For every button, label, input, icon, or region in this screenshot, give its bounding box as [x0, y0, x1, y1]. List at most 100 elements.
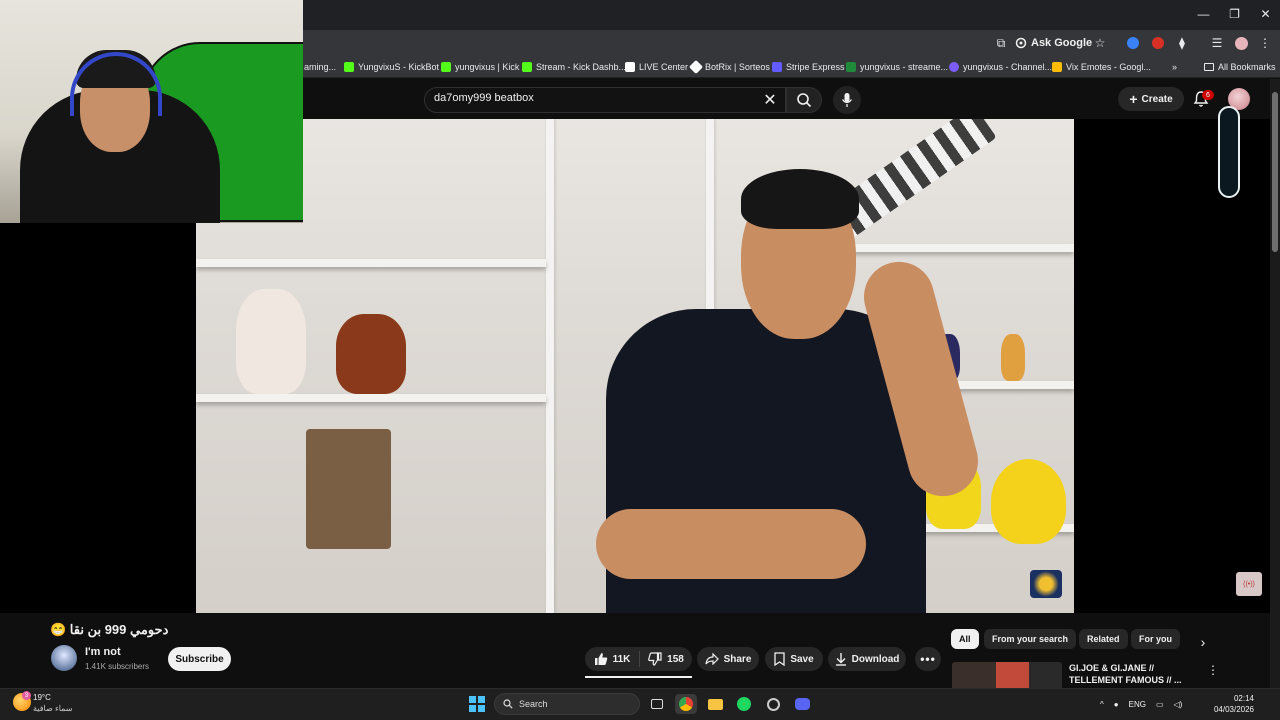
folder-icon	[1204, 63, 1214, 71]
bookmark-item[interactable]: BotRix | Sorteos	[688, 59, 770, 75]
spotify-icon[interactable]	[733, 694, 755, 714]
figure-toy	[236, 289, 306, 394]
bookmark-item[interactable]: yungvixus - streame...	[846, 59, 948, 75]
plus-icon: +	[1129, 91, 1138, 107]
thumbs-down-icon	[648, 652, 662, 666]
botrix-icon	[688, 59, 704, 75]
kick-icon	[522, 62, 532, 72]
create-button[interactable]: + Create	[1118, 87, 1184, 111]
chevron-up-icon[interactable]: ^	[1100, 700, 1104, 709]
bookmark-label: Stripe Express	[786, 62, 845, 72]
search-icon	[797, 93, 812, 108]
chevron-right-icon[interactable]: ›	[1196, 634, 1210, 650]
minimize-icon[interactable]: —	[1188, 0, 1219, 28]
system-tray: ^ ● ENG ▭ ◁)	[1100, 694, 1182, 714]
photo-frame	[306, 429, 391, 549]
shelf	[196, 394, 546, 402]
search-button[interactable]	[786, 87, 822, 113]
more-horizontal-icon: •••	[920, 652, 936, 666]
stripe-icon	[772, 62, 782, 72]
volume-icon[interactable]: ◁)	[1174, 700, 1183, 709]
weather-badge: 3	[22, 691, 31, 700]
bookmark-label: yungvixus | Kick	[455, 62, 520, 72]
subscribe-button[interactable]: Subscribe	[168, 647, 231, 671]
share-button[interactable]: Share	[697, 647, 759, 671]
bookmark-label: yungvixus - streame...	[860, 62, 949, 72]
close-window-icon[interactable]: ✕	[1250, 0, 1280, 28]
system-clock[interactable]: 02:14 04/03/2026	[1208, 693, 1254, 715]
extension-blue-icon[interactable]	[1124, 34, 1142, 52]
channel-avatar[interactable]	[51, 645, 77, 671]
restore-icon[interactable]: ❐	[1219, 0, 1250, 28]
network-icon[interactable]: ▭	[1156, 700, 1164, 709]
reading-list-icon[interactable]: ☰	[1208, 34, 1226, 52]
profile-avatar-icon[interactable]	[1232, 34, 1250, 52]
save-button[interactable]: Save	[765, 647, 823, 671]
chip-for-you[interactable]: For you	[1131, 629, 1180, 649]
bookmark-item[interactable]: LIVE Center	[625, 59, 688, 75]
weather-temperature[interactable]: 19°C	[33, 693, 51, 702]
taskbar-search-label: Search	[519, 699, 548, 709]
bookmark-label: Stream - Kick Dashb...	[536, 62, 627, 72]
streamelements-icon	[846, 62, 856, 72]
bookmark-label: Vix Emotes - Googl...	[1066, 62, 1151, 72]
voice-search-button[interactable]	[833, 86, 861, 114]
more-actions-button[interactable]: •••	[915, 647, 941, 671]
microphone-icon	[841, 93, 853, 107]
share-label: Share	[723, 653, 752, 665]
save-label: Save	[790, 653, 814, 665]
like-progress-underline	[585, 676, 692, 678]
share-arrow-icon	[704, 653, 719, 665]
google-drive-icon	[1052, 62, 1062, 72]
bookmark-item[interactable]: aming...	[304, 59, 336, 75]
like-button[interactable]: 11K	[585, 647, 639, 671]
download-button[interactable]: Download	[828, 647, 906, 671]
language-indicator[interactable]: ENG	[1129, 700, 1146, 709]
clock-date: 04/03/2026	[1213, 705, 1254, 714]
settings-gear-icon[interactable]	[762, 694, 784, 714]
chip-related[interactable]: Related	[1079, 629, 1128, 649]
cast-icon[interactable]: ⧉	[992, 34, 1010, 52]
bookmark-item[interactable]: Stripe Express	[772, 59, 845, 75]
clear-search-icon[interactable]: ✕	[760, 90, 780, 110]
search-icon	[503, 699, 513, 709]
scrollbar-thumb[interactable]	[1272, 92, 1278, 252]
video-frame[interactable]	[196, 119, 1074, 613]
chrome-icon[interactable]	[675, 694, 697, 714]
file-explorer-icon[interactable]	[704, 694, 726, 714]
windows-taskbar	[0, 688, 1280, 720]
bookmark-item[interactable]: yungvixus - Channel...	[949, 59, 1052, 75]
ask-google-button[interactable]: Ask Google	[1015, 33, 1092, 53]
luffy-plush	[991, 459, 1066, 544]
bookmark-item[interactable]: Stream - Kick Dashb...	[522, 59, 626, 75]
related-video-title[interactable]: GI.JOE & GI.JANE // TELLEMENT FAMOUS // …	[1069, 662, 1199, 686]
bookmark-star-icon[interactable]: ☆	[1091, 34, 1109, 52]
bookmark-item[interactable]: yungvixus | Kick	[441, 59, 519, 75]
microphone-tray-icon[interactable]: ●	[1114, 700, 1119, 709]
bookmark-item[interactable]: Vix Emotes - Googl...	[1052, 59, 1151, 75]
chip-from-your-search[interactable]: From your search	[984, 629, 1077, 649]
windows-start-icon[interactable]	[469, 696, 485, 712]
subscriber-count: 1.41K subscribers	[85, 662, 150, 671]
channel-watermark-logo[interactable]	[1030, 570, 1062, 598]
bookmark-item[interactable]: YungvixuS - KickBot	[344, 59, 439, 75]
bookmark-label: YungvixuS - KickBot	[358, 62, 440, 72]
extensions-puzzle-icon[interactable]: ⧫	[1173, 34, 1191, 52]
kick-icon	[344, 62, 354, 72]
stream-side-logo	[1218, 106, 1240, 198]
more-bookmarks-icon[interactable]: »	[1172, 59, 1177, 75]
chip-all[interactable]: All	[951, 629, 979, 649]
taskbar-search-input[interactable]: Search	[494, 693, 640, 715]
dislike-button[interactable]: 158	[640, 647, 692, 671]
video-title: دحومي 999 بن نقا 😁	[50, 622, 169, 637]
extension-red-icon[interactable]	[1149, 34, 1167, 52]
barrel-toy	[336, 314, 406, 394]
discord-icon[interactable]	[791, 694, 813, 714]
bookmark-icon	[774, 652, 785, 666]
task-view-icon[interactable]	[646, 694, 668, 714]
all-bookmarks-button[interactable]: All Bookmarks	[1204, 59, 1276, 75]
browser-menu-icon[interactable]: ⋮	[1256, 34, 1274, 52]
related-video-thumbnail[interactable]	[952, 662, 1062, 690]
more-vertical-icon[interactable]: ⋮	[1207, 662, 1219, 678]
channel-name[interactable]: I'm not	[85, 646, 121, 658]
